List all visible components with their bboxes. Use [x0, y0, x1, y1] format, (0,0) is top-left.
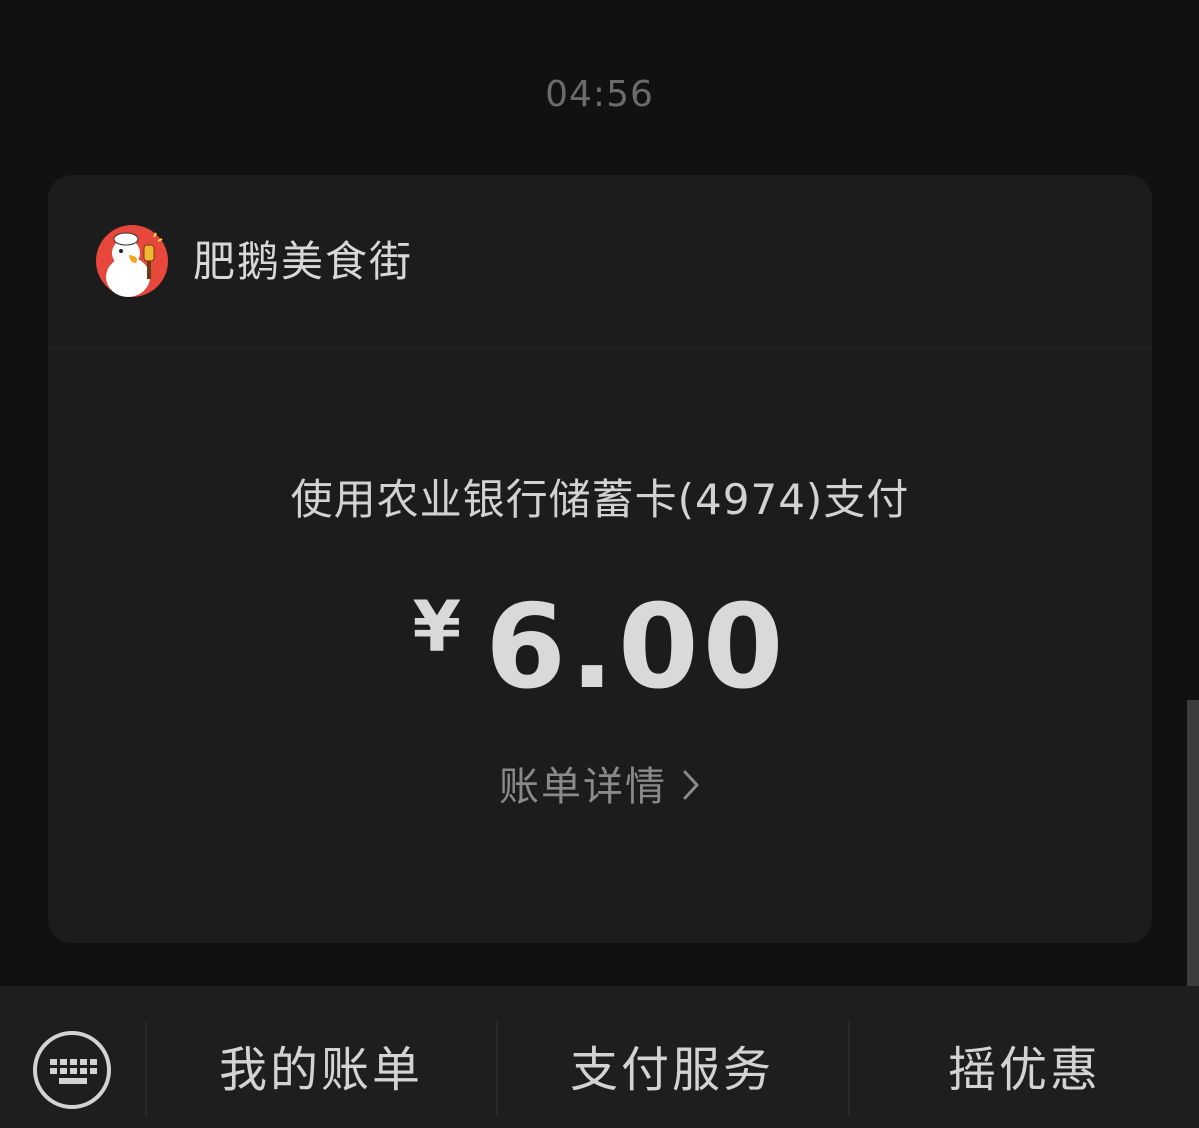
menu-my-bills[interactable]: 我的账单: [147, 1030, 495, 1110]
card-header: 肥鹅美食街: [48, 175, 1152, 349]
currency-symbol: ¥: [412, 586, 462, 668]
merchant-name: 肥鹅美食街: [193, 237, 414, 286]
payment-method-text: 使用农业银行储蓄卡(4974)支付: [290, 475, 910, 524]
bill-detail-label: 账单详情: [499, 764, 667, 810]
scrollbar[interactable]: [1187, 700, 1199, 986]
menu-shake-deals[interactable]: 摇优惠: [850, 1030, 1199, 1110]
bottom-menu-bar: 我的账单 支付服务 摇优惠: [0, 986, 1199, 1128]
amount-value: 6.00: [485, 580, 788, 715]
goose-chef-avatar-icon[interactable]: [96, 225, 168, 297]
chat-screen: 04:56 肥鹅美食街 使用农业银行储蓄卡(4974)支付 ¥6.00 账单详情: [0, 0, 1199, 1128]
bill-detail-link[interactable]: 账单详情: [48, 761, 1152, 813]
message-timestamp: 04:56: [545, 74, 654, 115]
payment-amount: ¥6.00: [48, 580, 1152, 715]
keyboard-icon[interactable]: [32, 1030, 112, 1110]
chevron-right-icon: [683, 770, 699, 800]
menu-payment-services[interactable]: 支付服务: [498, 1030, 846, 1110]
payment-notification-card[interactable]: 肥鹅美食街 使用农业银行储蓄卡(4974)支付 ¥6.00 账单详情: [48, 175, 1152, 943]
